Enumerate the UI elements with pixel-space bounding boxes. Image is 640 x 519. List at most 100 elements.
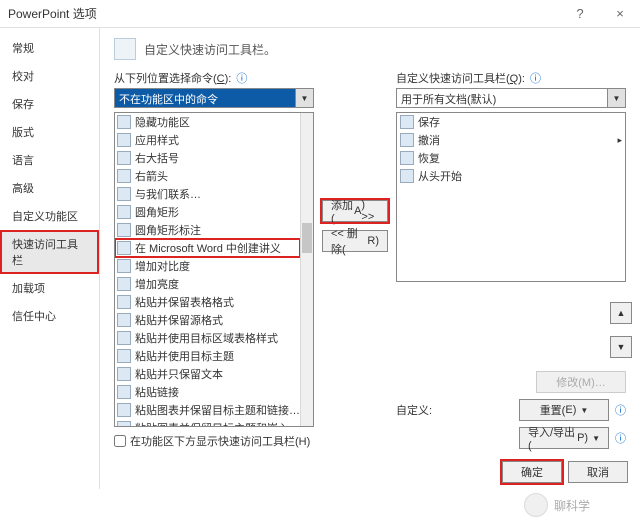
- list-item-label: 粘贴并使用目标主题: [135, 348, 234, 364]
- page-title: 自定义快速访问工具栏。: [144, 41, 276, 58]
- titlebar: PowerPoint 选项 ? ×: [0, 0, 640, 28]
- list-item-label: 与我们联系…: [135, 186, 201, 202]
- list-item-label: 增加亮度: [135, 276, 179, 292]
- command-icon: [117, 385, 131, 399]
- list-item[interactable]: 恢复: [397, 149, 625, 167]
- ok-button[interactable]: 确定: [502, 461, 562, 483]
- modify-button[interactable]: 修改(M)…: [536, 371, 626, 393]
- sidebar-item-trust[interactable]: 信任中心: [0, 302, 99, 330]
- sidebar-item-proofing[interactable]: 校对: [0, 62, 99, 90]
- remove-button[interactable]: << 删除(R): [322, 230, 388, 252]
- list-item-label: 右箭头: [135, 168, 168, 184]
- list-item-label: 粘贴链接: [135, 384, 179, 400]
- list-item[interactable]: 粘贴并使用目标主题: [115, 347, 300, 365]
- info-icon[interactable]: ⓘ: [236, 73, 247, 85]
- customizations-label: 自定义:: [396, 402, 432, 418]
- list-item-label: 粘贴并只保留文本: [135, 366, 223, 382]
- list-item-label: 粘贴并使用目标区域表格样式: [135, 330, 278, 346]
- command-icon: [117, 223, 131, 237]
- sidebar-item-addins[interactable]: 加载项: [0, 274, 99, 302]
- command-icon: [117, 421, 131, 427]
- list-item[interactable]: 粘贴并保留表格格式: [115, 293, 300, 311]
- list-item-label: 保存: [418, 114, 440, 130]
- list-item[interactable]: 粘贴图表并保留目标主题和链接…: [115, 401, 300, 419]
- move-up-button[interactable]: ▲: [610, 302, 632, 324]
- command-icon: [117, 241, 131, 255]
- help-button[interactable]: ?: [560, 0, 600, 28]
- chevron-down-icon[interactable]: ▼: [295, 89, 313, 107]
- dialog-title: PowerPoint 选项: [8, 5, 97, 22]
- list-item[interactable]: 右箭头: [115, 167, 300, 185]
- list-item[interactable]: 增加对比度: [115, 257, 300, 275]
- command-icon: [400, 133, 414, 147]
- list-item[interactable]: 粘贴并只保留文本: [115, 365, 300, 383]
- info-icon[interactable]: ⓘ: [615, 430, 626, 446]
- list-item-label: 粘贴图表并保留目标主题和链接…: [135, 402, 300, 418]
- show-below-ribbon-label: 在功能区下方显示快速访问工具栏(H): [130, 433, 310, 449]
- command-icon: [117, 205, 131, 219]
- list-item-label: 从头开始: [418, 168, 462, 184]
- list-item[interactable]: 粘贴图表并保留目标主题和嵌入…: [115, 419, 300, 427]
- list-item[interactable]: 圆角矩形标注: [115, 221, 300, 239]
- list-item[interactable]: 保存: [397, 113, 625, 131]
- list-item[interactable]: 隐藏功能区: [115, 113, 300, 131]
- move-down-button[interactable]: ▼: [610, 336, 632, 358]
- list-item[interactable]: 右大括号: [115, 149, 300, 167]
- chevron-down-icon[interactable]: ▼: [607, 89, 625, 107]
- list-item[interactable]: 撤消 ▸: [397, 131, 625, 149]
- scrollbar[interactable]: [300, 113, 313, 426]
- list-item-label: 在 Microsoft Word 中创建讲义: [135, 240, 281, 256]
- add-button[interactable]: 添加(A) >>: [322, 200, 388, 222]
- sidebar-item-layout[interactable]: 版式: [0, 118, 99, 146]
- list-item[interactable]: 圆角矩形: [115, 203, 300, 221]
- sidebar-item-language[interactable]: 语言: [0, 146, 99, 174]
- command-icon: [117, 367, 131, 381]
- choose-commands-combo[interactable]: 不在功能区中的命令 ▼: [114, 88, 314, 108]
- list-item[interactable]: 增加亮度: [115, 275, 300, 293]
- list-item[interactable]: 粘贴并使用目标区域表格样式: [115, 329, 300, 347]
- cancel-button[interactable]: 取消: [568, 461, 628, 483]
- command-icon: [117, 349, 131, 363]
- submenu-arrow-icon: ▸: [617, 135, 622, 146]
- qat-commands-list[interactable]: 保存撤消 ▸ 恢复从头开始: [396, 112, 626, 282]
- command-icon: [117, 259, 131, 273]
- command-icon: [117, 151, 131, 165]
- close-button[interactable]: ×: [600, 0, 640, 28]
- content-pane: 自定义快速访问工具栏。 从下列位置选择命令(C): ⓘ 不在功能区中的命令 ▼ …: [100, 28, 640, 489]
- list-item-label: 粘贴图表并保留目标主题和嵌入…: [135, 420, 300, 427]
- watermark: 聊科学: [524, 493, 590, 517]
- list-item-label: 右大括号: [135, 150, 179, 166]
- list-item[interactable]: 与我们联系…: [115, 185, 300, 203]
- sidebar-item-advanced[interactable]: 高级: [0, 174, 99, 202]
- command-icon: [117, 403, 131, 417]
- command-icon: [117, 295, 131, 309]
- sidebar-item-save[interactable]: 保存: [0, 90, 99, 118]
- show-below-ribbon-checkbox[interactable]: [114, 435, 126, 447]
- list-item-label: 恢复: [418, 150, 440, 166]
- command-icon: [117, 277, 131, 291]
- sidebar-item-quick-access[interactable]: 快速访问工具栏: [0, 230, 99, 274]
- customize-qat-label: 自定义快速访问工具栏(Q): ⓘ: [396, 70, 626, 86]
- info-icon[interactable]: ⓘ: [615, 402, 626, 418]
- command-icon: [400, 169, 414, 183]
- list-item[interactable]: 粘贴并保留源格式: [115, 311, 300, 329]
- list-item[interactable]: 粘贴链接: [115, 383, 300, 401]
- target-document-combo[interactable]: 用于所有文档(默认) ▼: [396, 88, 626, 108]
- sidebar-item-general[interactable]: 常规: [0, 34, 99, 62]
- info-icon[interactable]: ⓘ: [530, 73, 541, 85]
- list-item-label: 圆角矩形标注: [135, 222, 201, 238]
- list-item-label: 圆角矩形: [135, 204, 179, 220]
- list-item[interactable]: 从头开始: [397, 167, 625, 185]
- list-item[interactable]: 应用样式: [115, 131, 300, 149]
- list-item-label: 撤消: [418, 132, 440, 148]
- available-commands-list[interactable]: 隐藏功能区应用样式右大括号右箭头与我们联系… 圆角矩形圆角矩形标注在 Micros…: [114, 112, 314, 427]
- toolbar-icon: [114, 38, 136, 60]
- command-icon: [117, 115, 131, 129]
- import-export-button[interactable]: 导入/导出(P)▼: [519, 427, 609, 449]
- sidebar-item-customize-ribbon[interactable]: 自定义功能区: [0, 202, 99, 230]
- list-item-label: 粘贴并保留源格式: [135, 312, 223, 328]
- list-item[interactable]: 在 Microsoft Word 中创建讲义: [115, 239, 300, 257]
- reset-button[interactable]: 重置(E)▼: [519, 399, 609, 421]
- command-icon: [117, 133, 131, 147]
- command-icon: [117, 169, 131, 183]
